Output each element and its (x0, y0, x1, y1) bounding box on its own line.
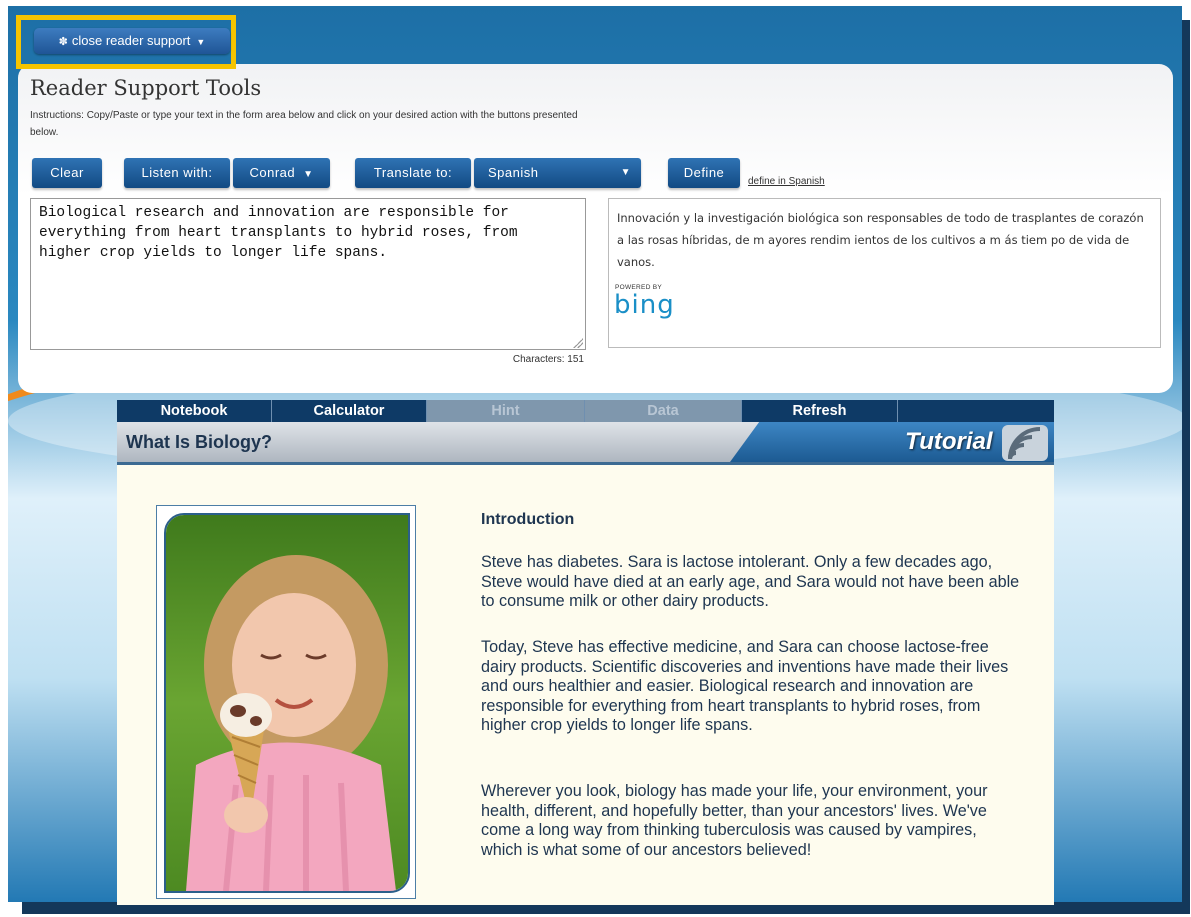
caret-down-icon: ▼ (303, 169, 314, 180)
translate-to-label: Translate to: (373, 165, 453, 180)
text-input-area[interactable]: Biological research and innovation are r… (30, 198, 586, 350)
character-count: Characters: 151 (512, 354, 584, 365)
photo-girl-ice-cream (164, 513, 410, 893)
tab-refresh[interactable]: Refresh (742, 400, 898, 422)
tab-notebook[interactable]: Notebook (117, 400, 272, 422)
frame-shadow-right (1182, 20, 1190, 914)
tutorial-label: Tutorial (905, 428, 993, 455)
tab-data-label: Data (647, 403, 679, 419)
intro-heading: Introduction (481, 511, 575, 528)
tutorial-title: What Is Biology? (126, 432, 272, 452)
voice-select[interactable]: Conrad ▼ (233, 158, 330, 188)
paragraph-2: Today, Steve has effective medicine, and… (481, 638, 1009, 734)
gear-icon: ✽ (58, 36, 68, 48)
language-select-value: Spanish (488, 165, 539, 180)
define-button[interactable]: Define (668, 158, 740, 188)
panel-title: Reader Support Tools (30, 76, 262, 100)
define-button-label: Define (683, 165, 725, 180)
panel-instructions: Instructions: Copy/Paste or type your te… (30, 110, 578, 138)
translation-output: Innovación y la investigación biológica … (608, 198, 1161, 348)
tab-data: Data (585, 400, 742, 422)
paragraph-3: Wherever you look, biology has made your… (481, 782, 988, 859)
paragraph-1: Steve has diabetes. Sara is lactose into… (481, 553, 1020, 610)
voice-select-value: Conrad (249, 165, 296, 180)
tab-notebook-label: Notebook (160, 403, 228, 419)
define-in-spanish-link[interactable]: define in Spanish (748, 176, 825, 187)
listen-with-label: Listen with: (141, 165, 213, 180)
tab-calculator-label: Calculator (313, 403, 385, 419)
signal-waves-icon (1002, 425, 1048, 461)
bing-logo: bing (614, 290, 675, 320)
translate-to-button[interactable]: Translate to: (355, 158, 471, 188)
tab-hint-label: Hint (491, 403, 520, 419)
caret-down-icon: ▼ (196, 37, 206, 47)
tab-hint: Hint (427, 400, 585, 422)
listen-with-button[interactable]: Listen with: (124, 158, 230, 188)
close-reader-support-label: close reader support (71, 33, 191, 48)
tab-refresh-label: Refresh (792, 403, 847, 419)
language-select[interactable]: Spanish ▼ (474, 158, 641, 188)
close-reader-support-button[interactable]: ✽ close reader support ▼ (34, 28, 230, 54)
clear-button-label: Clear (50, 165, 84, 180)
caret-down-icon: ▼ (620, 167, 631, 178)
resize-handle[interactable] (573, 338, 583, 348)
tutorial-nav-bar: Notebook Calculator Hint Data Refresh (117, 400, 1054, 422)
clear-button[interactable]: Clear (32, 158, 102, 188)
tab-calculator[interactable]: Calculator (272, 400, 427, 422)
